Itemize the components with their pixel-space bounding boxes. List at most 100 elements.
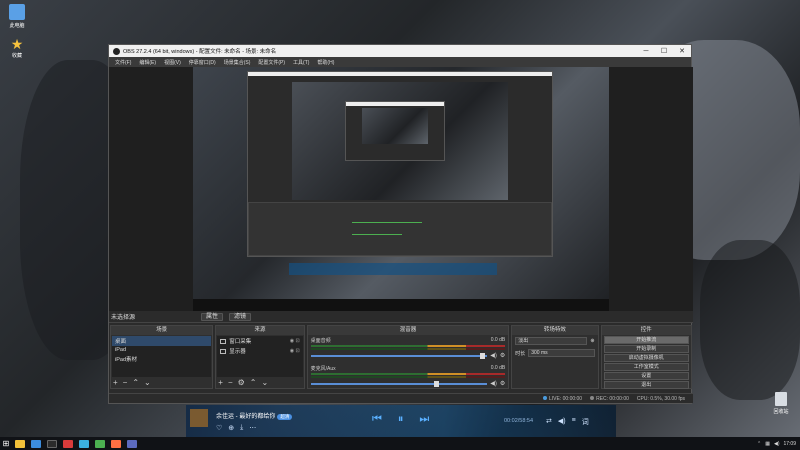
start-button[interactable]: ⊞ bbox=[0, 439, 12, 448]
mixer-title: 混音器 bbox=[307, 326, 509, 335]
eye-lock-icon[interactable]: ◉ ⊡ bbox=[290, 338, 300, 344]
start-streaming-button[interactable]: 开始推流 bbox=[603, 336, 689, 344]
menu-scene-collection[interactable]: 场景集合(S) bbox=[220, 59, 255, 66]
add-transition-button[interactable]: ⊕ bbox=[590, 338, 594, 344]
album-cover[interactable] bbox=[190, 409, 208, 427]
clock[interactable]: 17:09 bbox=[783, 441, 796, 447]
eye-lock-icon[interactable]: ◉ ⊡ bbox=[290, 348, 300, 354]
source-settings-button[interactable]: ⚙ bbox=[238, 378, 245, 387]
menu-edit[interactable]: 编辑(E) bbox=[135, 59, 160, 66]
preview-area bbox=[109, 67, 693, 311]
transition-select[interactable]: 淡出 bbox=[515, 337, 588, 345]
speaker-icon[interactable]: ◀) bbox=[490, 352, 497, 359]
scenes-toolbar: + − ⌃ ⌄ bbox=[113, 378, 151, 387]
nested-player-bar bbox=[289, 263, 497, 275]
start-recording-button[interactable]: 开始录制 bbox=[603, 345, 689, 353]
source-item[interactable]: 显示器 ◉ ⊡ bbox=[217, 346, 302, 356]
taskbar-app-icon[interactable] bbox=[79, 439, 89, 448]
title-bar: OBS 27.2.4 (64 bit, windows) - 配置文件: 未命名… bbox=[109, 45, 691, 57]
minimize-button[interactable]: ─ bbox=[637, 48, 655, 55]
duration-input[interactable]: 300 ms bbox=[528, 349, 595, 357]
properties-button[interactable]: 属性 bbox=[201, 312, 224, 321]
settings-button[interactable]: 设置 bbox=[603, 372, 689, 380]
menu-file[interactable]: 文件(F) bbox=[111, 59, 135, 66]
filters-button[interactable]: 滤镜 bbox=[229, 312, 252, 321]
taskbar: ⊞ ⌃ ▦ ◀) 17:09 bbox=[0, 437, 800, 450]
next-button[interactable]: ⏭ bbox=[419, 413, 429, 426]
download-icon[interactable]: ⤓ bbox=[240, 424, 243, 432]
studio-mode-button[interactable]: 工作室模式 bbox=[603, 363, 689, 371]
volume-tray-icon[interactable]: ◀) bbox=[774, 441, 780, 447]
volume-knob[interactable] bbox=[480, 352, 486, 359]
start-virtual-camera-button[interactable]: 启动虚拟摄像机 bbox=[603, 354, 689, 362]
move-down-button[interactable]: ⌄ bbox=[144, 378, 151, 387]
maximize-button[interactable]: ☐ bbox=[655, 47, 673, 55]
move-up-button[interactable]: ⌃ bbox=[250, 378, 257, 387]
scene-item[interactable]: 桌面 bbox=[112, 336, 212, 346]
sources-list: 窗口采集 ◉ ⊡ 显示器 ◉ ⊡ bbox=[217, 336, 303, 377]
scene-item[interactable]: iPad素材 bbox=[112, 354, 211, 364]
taskbar-app-icon[interactable] bbox=[127, 439, 137, 448]
display-capture-icon bbox=[220, 348, 227, 354]
volume-meter bbox=[310, 373, 506, 375]
previous-button[interactable]: ⏮ bbox=[372, 413, 382, 426]
mixer-track: 麦克风/Aux 0.0 dB ◀) ⚙ bbox=[308, 364, 509, 388]
scene-item[interactable]: iPad bbox=[112, 346, 211, 354]
gear-icon[interactable]: ⚙ bbox=[500, 380, 505, 387]
nested-obs-capture bbox=[247, 71, 553, 257]
tray-chevron-icon[interactable]: ⌃ bbox=[757, 441, 761, 447]
system-tray: ⌃ ▦ ◀) 17:09 bbox=[757, 441, 800, 447]
remove-scene-button[interactable]: − bbox=[123, 378, 128, 387]
recycle-bin-label: 回收站 bbox=[773, 409, 789, 415]
taskbar-app-icon[interactable] bbox=[111, 439, 121, 448]
source-item[interactable]: 窗口采集 ◉ ⊡ bbox=[217, 336, 302, 346]
heart-icon[interactable]: ♡ bbox=[216, 424, 222, 432]
recycle-bin[interactable]: 回收站 bbox=[770, 392, 792, 415]
volume-meter bbox=[310, 345, 506, 347]
add-scene-button[interactable]: + bbox=[113, 378, 118, 387]
source-item-label: 窗口采集 bbox=[229, 339, 252, 345]
lyrics-icon[interactable]: 词 bbox=[582, 417, 589, 427]
taskbar-app-icon[interactable] bbox=[31, 439, 41, 448]
network-icon[interactable]: ▦ bbox=[765, 441, 770, 447]
playlist-icon[interactable]: ≡ bbox=[572, 417, 576, 427]
taskbar-app-icon[interactable] bbox=[95, 439, 105, 448]
menu-help[interactable]: 帮助(H) bbox=[313, 59, 338, 66]
move-down-button[interactable]: ⌄ bbox=[262, 378, 269, 387]
track-name: 桌面音频 bbox=[310, 338, 331, 344]
gear-icon[interactable]: ⚙ bbox=[500, 352, 505, 359]
preview-canvas[interactable] bbox=[193, 67, 609, 311]
remove-source-button[interactable]: − bbox=[228, 378, 233, 387]
volume-slider[interactable] bbox=[310, 380, 488, 387]
move-up-button[interactable]: ⌃ bbox=[132, 378, 139, 387]
source-toolbar: 未选择源 属性 滤镜 bbox=[109, 311, 693, 323]
taskbar-app-icon[interactable] bbox=[15, 439, 25, 448]
desktop-icon-favorites[interactable]: ★ 收藏 bbox=[4, 36, 30, 59]
menu-profile[interactable]: 配置文件(P) bbox=[254, 59, 289, 66]
exit-button[interactable]: 退出 bbox=[603, 381, 689, 389]
taskbar-app-icon[interactable] bbox=[63, 439, 73, 448]
wallpaper-shape bbox=[700, 240, 800, 400]
more-icon[interactable]: ⋯ bbox=[249, 424, 256, 432]
quality-badge[interactable]: 超清 bbox=[277, 414, 293, 420]
shuffle-icon[interactable]: ⇄ bbox=[546, 417, 552, 427]
add-source-button[interactable]: + bbox=[218, 378, 223, 387]
transitions-dock: 转场特效 淡出 ⊕ 时长 300 ms bbox=[511, 325, 599, 389]
duration-label: 时长 bbox=[515, 350, 526, 357]
song-title[interactable]: 余佳运 - 最好的都给你 bbox=[216, 414, 275, 420]
taskbar-app-icon[interactable] bbox=[47, 439, 57, 448]
close-button[interactable]: ✕ bbox=[673, 47, 691, 55]
menu-docks[interactable]: 停靠窗口(D) bbox=[185, 59, 220, 66]
mixer-dock: 混音器 桌面音频 0.0 dB ◀) ⚙ 麦克风/Aux 0.0 dB ◀) ⚙ bbox=[306, 325, 510, 389]
star-icon: ★ bbox=[10, 36, 24, 52]
menu-tools[interactable]: 工具(T) bbox=[289, 59, 313, 66]
volume-icon[interactable]: ◀) bbox=[558, 417, 566, 427]
menu-view[interactable]: 视图(V) bbox=[160, 59, 185, 66]
volume-knob[interactable] bbox=[434, 380, 440, 387]
volume-slider[interactable] bbox=[310, 352, 488, 359]
desktop-icon-computer[interactable]: 此电脑 bbox=[4, 4, 30, 29]
add-icon[interactable]: ⊕ bbox=[228, 424, 234, 432]
cpu-fps: CPU: 0.5%, 30.00 fps bbox=[636, 395, 685, 402]
play-pause-button[interactable]: ⏸ bbox=[398, 413, 404, 426]
speaker-icon[interactable]: ◀) bbox=[490, 380, 497, 387]
